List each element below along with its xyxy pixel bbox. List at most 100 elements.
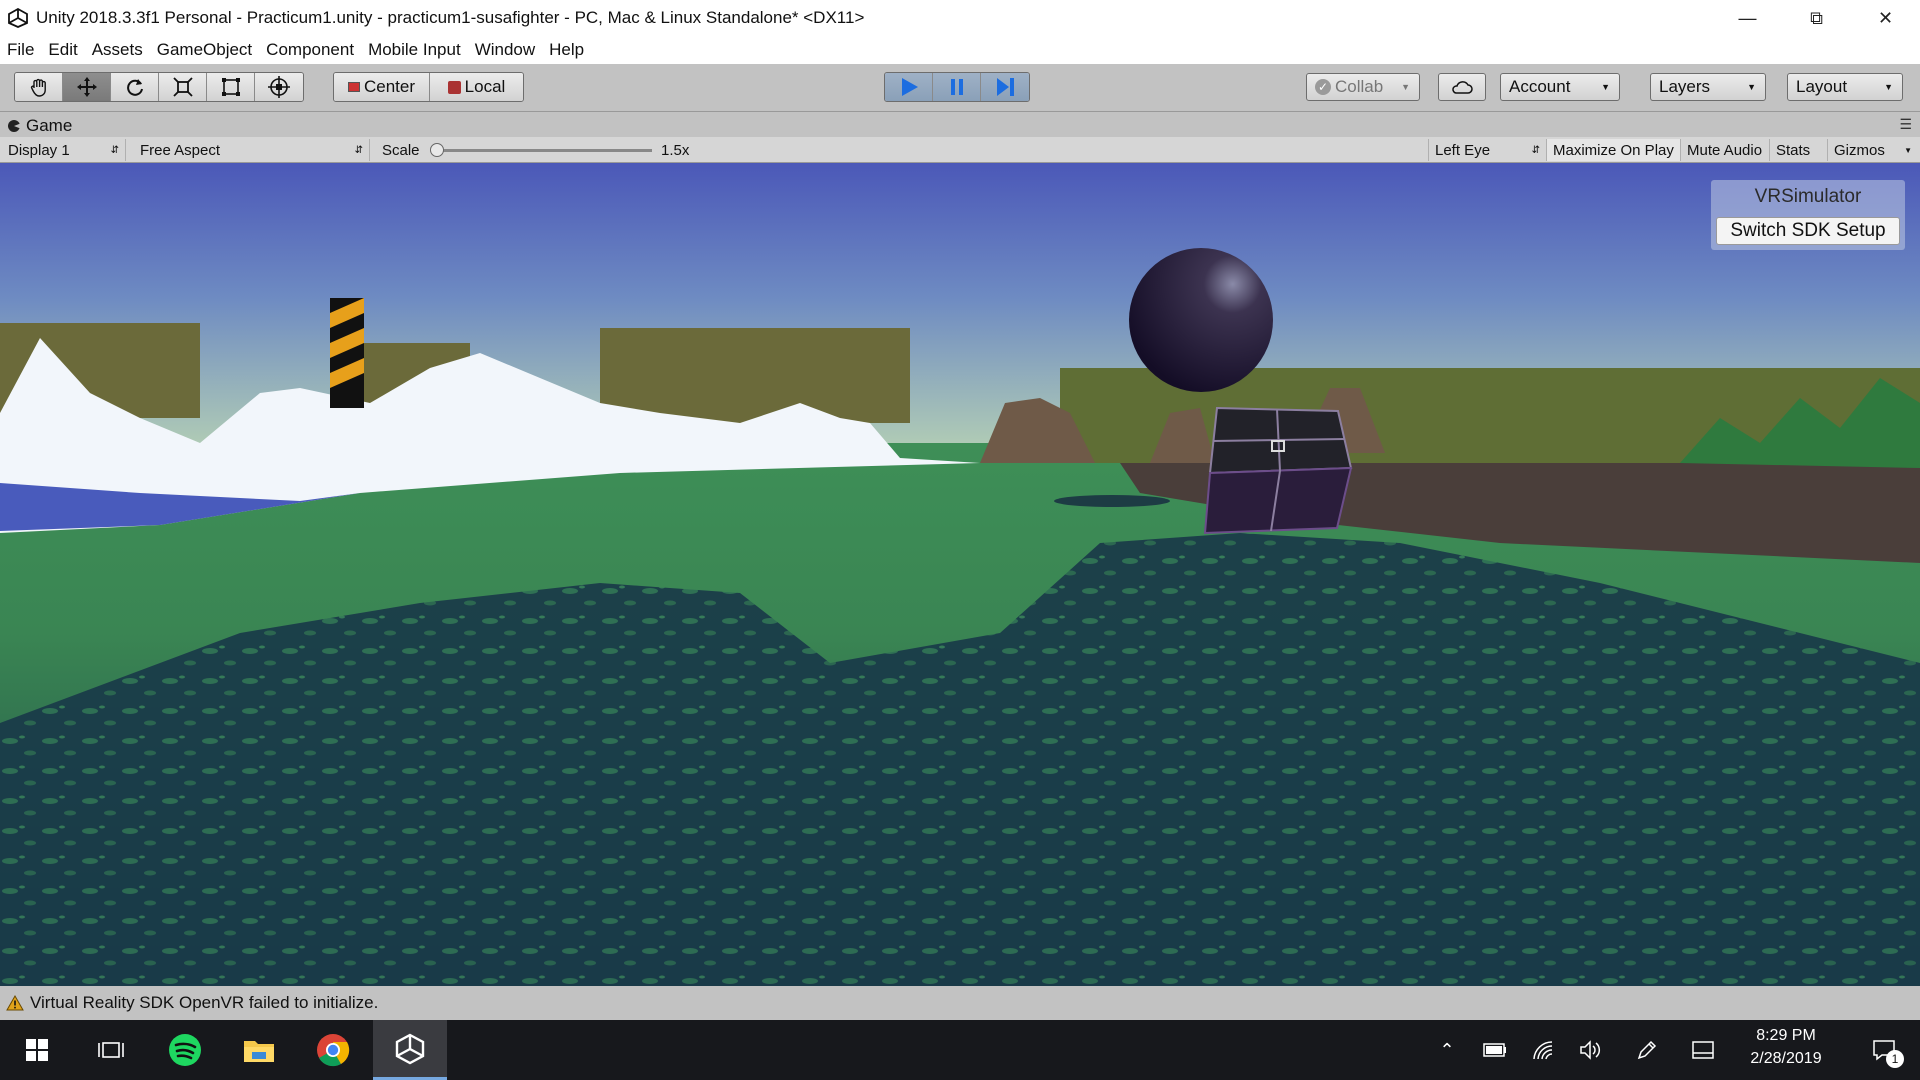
check-icon: ✓ — [1315, 79, 1331, 95]
action-center-button[interactable]: 1 — [1850, 1020, 1920, 1080]
tab-game[interactable]: Game — [8, 115, 72, 137]
task-view-button[interactable] — [74, 1020, 148, 1080]
menu-help[interactable]: Help — [549, 40, 584, 60]
menu-gameobject[interactable]: GameObject — [157, 40, 252, 60]
transform-tools — [14, 72, 304, 102]
pivot-local-button[interactable]: Local — [430, 73, 523, 101]
cube-icon — [447, 80, 461, 94]
cloud-icon — [1452, 81, 1473, 94]
wifi-icon — [1533, 1041, 1553, 1060]
chevron-down-icon: ▼ — [1401, 82, 1410, 92]
rotate-icon — [126, 79, 143, 96]
move-icon — [76, 77, 97, 97]
scale-icon — [172, 77, 193, 97]
wifi-button[interactable] — [1519, 1020, 1567, 1080]
restore-icon: ⧉ — [1810, 7, 1823, 28]
chevron-down-icon: ▼ — [1904, 145, 1912, 155]
move-tool-button[interactable] — [63, 73, 111, 101]
toolbar: Center Local ✓ Collab ▼ Account ▼ Layers… — [0, 64, 1920, 112]
minimize-button[interactable]: — — [1713, 0, 1782, 36]
account-dropdown[interactable]: Account ▼ — [1500, 73, 1620, 101]
rotate-tool-button[interactable] — [111, 73, 159, 101]
layout-label: Layout — [1796, 77, 1848, 96]
collab-dropdown[interactable]: ✓ Collab ▼ — [1306, 73, 1420, 101]
volume-button[interactable] — [1567, 1020, 1615, 1080]
cloud-button[interactable] — [1438, 73, 1486, 101]
speaker-icon — [1580, 1040, 1601, 1060]
minimize-icon: — — [1738, 7, 1757, 28]
close-button[interactable]: ✕ — [1851, 0, 1920, 36]
battery-button[interactable] — [1471, 1020, 1519, 1080]
start-button[interactable] — [0, 1020, 74, 1080]
chevron-up-icon: ⌃ — [1439, 1039, 1455, 1060]
restore-button[interactable]: ⧉ — [1782, 0, 1851, 36]
pen-workspace-button[interactable] — [1623, 1020, 1671, 1080]
file-explorer-taskbar-button[interactable] — [222, 1020, 296, 1080]
step-button[interactable] — [981, 73, 1029, 101]
rect-tool-button[interactable] — [207, 73, 255, 101]
pacman-icon — [8, 120, 20, 132]
warning-icon — [6, 995, 24, 1011]
clock-time: 8:29 PM — [1756, 1027, 1816, 1044]
pivot-center-label: Center — [363, 77, 416, 96]
pivot-center-button[interactable]: Center — [334, 73, 430, 101]
menu-window[interactable]: Window — [475, 40, 535, 60]
menu-component[interactable]: Component — [266, 40, 354, 60]
status-bar: Virtual Reality SDK OpenVR failed to ini… — [0, 986, 1920, 1020]
spotify-taskbar-button[interactable] — [148, 1020, 222, 1080]
stats-label: Stats — [1776, 141, 1811, 159]
window-title: Unity 2018.3.3f1 Personal - Practicum1.u… — [36, 8, 865, 27]
menu-file[interactable]: File — [7, 40, 34, 60]
taskbar-clock[interactable]: 8:29 PM 2/28/2019 — [1730, 1020, 1842, 1080]
play-icon — [901, 78, 918, 96]
title-bar: Unity 2018.3.3f1 Personal - Practicum1.u… — [0, 0, 1920, 36]
gizmos-dropdown[interactable]: Gizmos ▼ — [1828, 139, 1918, 161]
pivot-center-icon — [347, 82, 360, 92]
layers-label: Layers — [1659, 77, 1711, 96]
game-viewport[interactable]: VRSimulator Switch SDK Setup — [0, 163, 1920, 986]
chevron-down-icon: ▼ — [1884, 82, 1893, 92]
playback-controls — [884, 72, 1030, 102]
rect-icon — [221, 78, 240, 96]
vr-simulator-panel: VRSimulator Switch SDK Setup — [1711, 180, 1905, 250]
layers-dropdown[interactable]: Layers ▼ — [1650, 73, 1766, 101]
chrome-taskbar-button[interactable] — [296, 1020, 370, 1080]
notification-count: 1 — [1886, 1050, 1904, 1068]
task-view-icon — [98, 1042, 124, 1058]
status-message[interactable]: Virtual Reality SDK OpenVR failed to ini… — [30, 993, 378, 1013]
transform-icon — [268, 76, 290, 98]
close-icon: ✕ — [1877, 7, 1894, 28]
chevron-down-icon: ▼ — [1601, 82, 1610, 92]
windows-icon — [26, 1039, 48, 1061]
chevron-down-icon: ▼ — [1747, 82, 1756, 92]
cube-object — [1203, 406, 1353, 535]
menu-edit[interactable]: Edit — [48, 40, 77, 60]
battery-icon — [1483, 1043, 1506, 1057]
unity-taskbar-button[interactable] — [373, 1020, 447, 1080]
stats-button[interactable]: Stats — [1770, 139, 1828, 161]
pause-button[interactable] — [933, 73, 981, 101]
touch-keyboard-button[interactable] — [1679, 1020, 1727, 1080]
tab-game-label: Game — [26, 116, 73, 135]
switch-sdk-setup-button[interactable]: Switch SDK Setup — [1716, 217, 1900, 245]
hand-icon — [30, 78, 46, 97]
pen-icon — [1637, 1040, 1657, 1060]
folder-icon — [244, 1041, 274, 1062]
menu-mobile-input[interactable]: Mobile Input — [368, 40, 461, 60]
transform-tool-button[interactable] — [255, 73, 303, 101]
panel-menu-icon[interactable]: ☰ — [1899, 116, 1912, 133]
menu-assets[interactable]: Assets — [92, 40, 143, 60]
windows-taskbar: ⌃ 8:29 PM 2/28/2019 1 — [0, 1020, 1920, 1080]
hazard-post — [330, 298, 364, 408]
play-button[interactable] — [885, 73, 933, 101]
account-label: Account — [1509, 77, 1571, 96]
hand-tool-button[interactable] — [15, 73, 63, 101]
pause-icon — [950, 79, 963, 95]
spotify-icon — [169, 1034, 201, 1066]
scale-tool-button[interactable] — [159, 73, 207, 101]
chrome-icon — [317, 1034, 350, 1067]
show-hidden-icons-button[interactable]: ⌃ — [1423, 1020, 1471, 1080]
layout-dropdown[interactable]: Layout ▼ — [1787, 73, 1903, 101]
gizmos-label: Gizmos — [1834, 141, 1885, 159]
game-scene — [0, 163, 1920, 986]
